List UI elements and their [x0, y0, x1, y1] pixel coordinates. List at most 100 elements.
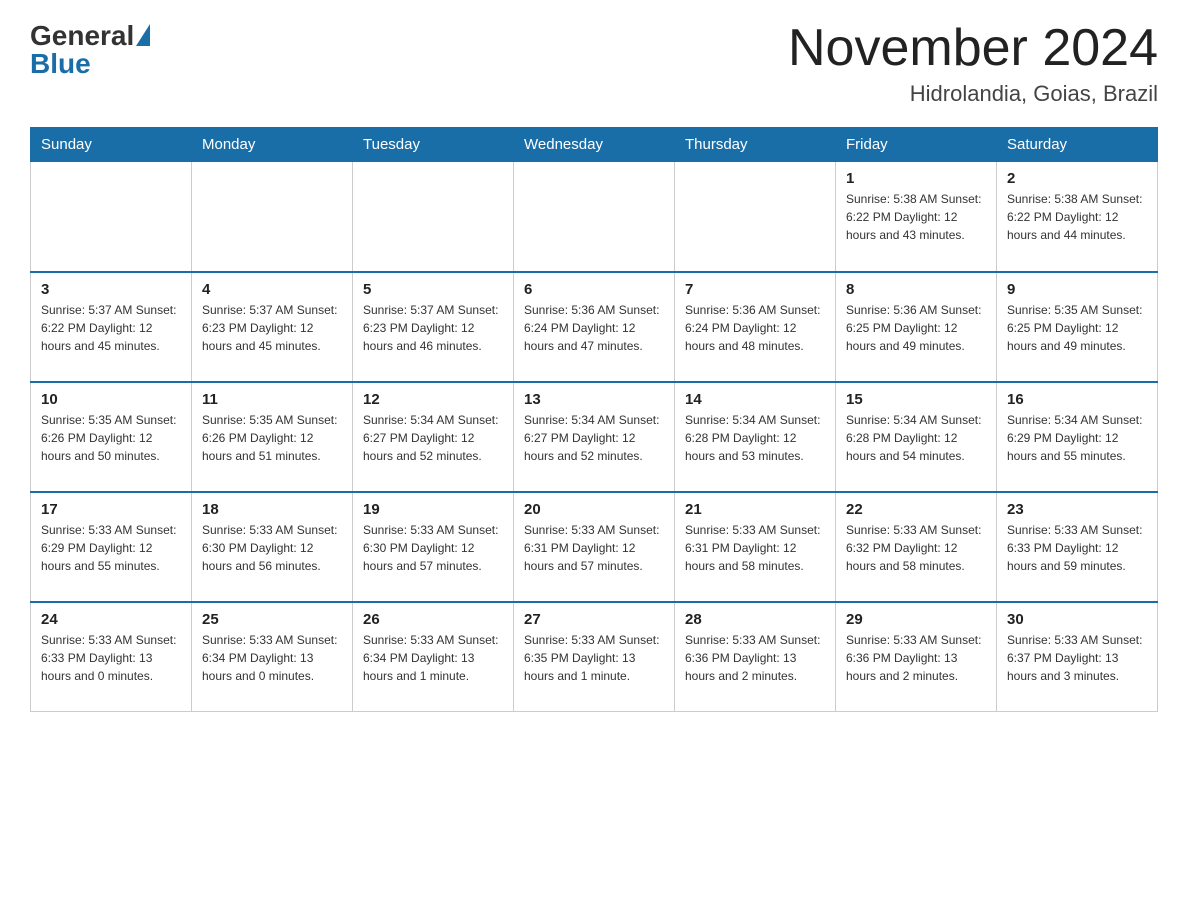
day-info: Sunrise: 5:33 AM Sunset: 6:35 PM Dayligh… — [524, 631, 664, 685]
calendar-cell: 21 Sunrise: 5:33 AM Sunset: 6:31 PM Dayli… — [675, 492, 836, 602]
day-info: Sunrise: 5:33 AM Sunset: 6:34 PM Dayligh… — [202, 631, 342, 685]
day-number: 22 — [846, 501, 986, 518]
day-number: 18 — [202, 501, 342, 518]
weekday-header-monday: Monday — [192, 128, 353, 162]
day-number: 4 — [202, 281, 342, 298]
day-info: Sunrise: 5:33 AM Sunset: 6:34 PM Dayligh… — [363, 631, 503, 685]
day-info: Sunrise: 5:34 AM Sunset: 6:27 PM Dayligh… — [363, 411, 503, 465]
logo-blue-text: Blue — [30, 48, 91, 80]
day-number: 28 — [685, 611, 825, 628]
calendar-cell: 23 Sunrise: 5:33 AM Sunset: 6:33 PM Dayli… — [997, 492, 1158, 602]
day-number: 5 — [363, 281, 503, 298]
weekday-header-wednesday: Wednesday — [514, 128, 675, 162]
day-info: Sunrise: 5:38 AM Sunset: 6:22 PM Dayligh… — [1007, 190, 1147, 244]
calendar-cell: 14 Sunrise: 5:34 AM Sunset: 6:28 PM Dayli… — [675, 382, 836, 492]
calendar-cell: 22Sunrise: 5:33 AM Sunset: 6:32 PM Dayli… — [836, 492, 997, 602]
calendar-cell: 28 Sunrise: 5:33 AM Sunset: 6:36 PM Dayli… — [675, 602, 836, 712]
day-info: Sunrise: 5:33 AM Sunset: 6:37 PM Dayligh… — [1007, 631, 1147, 685]
location-text: Hidrolandia, Goias, Brazil — [788, 81, 1158, 107]
week-row-5: 24 Sunrise: 5:33 AM Sunset: 6:33 PM Dayli… — [31, 602, 1158, 712]
day-number: 27 — [524, 611, 664, 628]
day-number: 20 — [524, 501, 664, 518]
day-number: 9 — [1007, 281, 1147, 298]
title-block: November 2024 Hidrolandia, Goias, Brazil — [788, 20, 1158, 107]
day-number: 13 — [524, 391, 664, 408]
day-number: 14 — [685, 391, 825, 408]
day-number: 23 — [1007, 501, 1147, 518]
day-info: Sunrise: 5:34 AM Sunset: 6:28 PM Dayligh… — [685, 411, 825, 465]
day-info: Sunrise: 5:36 AM Sunset: 6:24 PM Dayligh… — [524, 301, 664, 355]
calendar-cell: 18 Sunrise: 5:33 AM Sunset: 6:30 PM Dayli… — [192, 492, 353, 602]
day-number: 10 — [41, 391, 181, 408]
day-number: 12 — [363, 391, 503, 408]
weekday-header-friday: Friday — [836, 128, 997, 162]
day-number: 8 — [846, 281, 986, 298]
day-number: 25 — [202, 611, 342, 628]
day-info: Sunrise: 5:33 AM Sunset: 6:30 PM Dayligh… — [363, 521, 503, 575]
calendar-cell: 10Sunrise: 5:35 AM Sunset: 6:26 PM Dayli… — [31, 382, 192, 492]
day-info: Sunrise: 5:33 AM Sunset: 6:36 PM Dayligh… — [846, 631, 986, 685]
day-info: Sunrise: 5:33 AM Sunset: 6:31 PM Dayligh… — [524, 521, 664, 575]
week-row-2: 3Sunrise: 5:37 AM Sunset: 6:22 PM Daylig… — [31, 272, 1158, 382]
month-title: November 2024 — [788, 20, 1158, 77]
calendar-cell: 11 Sunrise: 5:35 AM Sunset: 6:26 PM Dayli… — [192, 382, 353, 492]
day-info: Sunrise: 5:34 AM Sunset: 6:27 PM Dayligh… — [524, 411, 664, 465]
day-info: Sunrise: 5:36 AM Sunset: 6:24 PM Dayligh… — [685, 301, 825, 355]
day-info: Sunrise: 5:37 AM Sunset: 6:23 PM Dayligh… — [202, 301, 342, 355]
day-info: Sunrise: 5:37 AM Sunset: 6:22 PM Dayligh… — [41, 301, 181, 355]
day-info: Sunrise: 5:33 AM Sunset: 6:30 PM Dayligh… — [202, 521, 342, 575]
week-row-3: 10 Sunrise: 5:35 AM Sunset: 6:26 PM Dayli… — [31, 382, 1158, 492]
day-number: 2 — [1007, 170, 1147, 187]
day-number: 19 — [363, 501, 503, 518]
weekday-header-row: SundayMondayTuesdayWednesdayThursdayFrid… — [31, 128, 1158, 162]
calendar-cell: 27 Sunrise: 5:33 AM Sunset: 6:35 PM Dayli… — [514, 602, 675, 712]
calendar-cell — [675, 162, 836, 272]
week-row-1: 1Sunrise: 5:38 AM Sunset: 6:22 PM Daylig… — [31, 162, 1158, 272]
weekday-header-tuesday: Tuesday — [353, 128, 514, 162]
calendar-cell — [192, 162, 353, 272]
calendar-cell: 13 Sunrise: 5:34 AM Sunset: 6:27 PM Dayli… — [514, 382, 675, 492]
day-info: Sunrise: 5:33 AM Sunset: 6:36 PM Dayligh… — [685, 631, 825, 685]
day-info: Sunrise: 5:33 AM Sunset: 6:33 PM Dayligh… — [1007, 521, 1147, 575]
day-number: 24 — [41, 611, 181, 628]
day-number: 17 — [41, 501, 181, 518]
calendar-cell: 12 Sunrise: 5:34 AM Sunset: 6:27 PM Dayli… — [353, 382, 514, 492]
calendar-cell: 1Sunrise: 5:38 AM Sunset: 6:22 PM Daylig… — [836, 162, 997, 272]
day-number: 21 — [685, 501, 825, 518]
day-info: Sunrise: 5:38 AM Sunset: 6:22 PM Dayligh… — [846, 190, 986, 244]
day-info: Sunrise: 5:36 AM Sunset: 6:25 PM Dayligh… — [846, 301, 986, 355]
day-info: Sunrise: 5:37 AM Sunset: 6:23 PM Dayligh… — [363, 301, 503, 355]
day-info: Sunrise: 5:33 AM Sunset: 6:31 PM Dayligh… — [685, 521, 825, 575]
calendar-cell: 17 Sunrise: 5:33 AM Sunset: 6:29 PM Dayli… — [31, 492, 192, 602]
calendar-cell: 2 Sunrise: 5:38 AM Sunset: 6:22 PM Daylig… — [997, 162, 1158, 272]
calendar-cell: 3Sunrise: 5:37 AM Sunset: 6:22 PM Daylig… — [31, 272, 192, 382]
calendar-cell: 5 Sunrise: 5:37 AM Sunset: 6:23 PM Daylig… — [353, 272, 514, 382]
day-info: Sunrise: 5:35 AM Sunset: 6:25 PM Dayligh… — [1007, 301, 1147, 355]
day-number: 7 — [685, 281, 825, 298]
calendar-cell: 29 Sunrise: 5:33 AM Sunset: 6:36 PM Dayli… — [836, 602, 997, 712]
calendar-cell: 7 Sunrise: 5:36 AM Sunset: 6:24 PM Daylig… — [675, 272, 836, 382]
day-number: 30 — [1007, 611, 1147, 628]
day-number: 16 — [1007, 391, 1147, 408]
day-number: 15 — [846, 391, 986, 408]
day-info: Sunrise: 5:33 AM Sunset: 6:29 PM Dayligh… — [41, 521, 181, 575]
calendar-cell: 8 Sunrise: 5:36 AM Sunset: 6:25 PM Daylig… — [836, 272, 997, 382]
day-number: 11 — [202, 391, 342, 408]
day-number: 29 — [846, 611, 986, 628]
calendar-cell: 19 Sunrise: 5:33 AM Sunset: 6:30 PM Dayli… — [353, 492, 514, 602]
day-info: Sunrise: 5:35 AM Sunset: 6:26 PM Dayligh… — [202, 411, 342, 465]
calendar-cell: 16 Sunrise: 5:34 AM Sunset: 6:29 PM Dayli… — [997, 382, 1158, 492]
calendar-cell: 15 Sunrise: 5:34 AM Sunset: 6:28 PM Dayli… — [836, 382, 997, 492]
day-info: Sunrise: 5:34 AM Sunset: 6:28 PM Dayligh… — [846, 411, 986, 465]
calendar-cell: 26Sunrise: 5:33 AM Sunset: 6:34 PM Dayli… — [353, 602, 514, 712]
calendar-cell: 24 Sunrise: 5:33 AM Sunset: 6:33 PM Dayli… — [31, 602, 192, 712]
weekday-header-thursday: Thursday — [675, 128, 836, 162]
day-info: Sunrise: 5:33 AM Sunset: 6:33 PM Dayligh… — [41, 631, 181, 685]
calendar-cell: 4 Sunrise: 5:37 AM Sunset: 6:23 PM Daylig… — [192, 272, 353, 382]
day-info: Sunrise: 5:34 AM Sunset: 6:29 PM Dayligh… — [1007, 411, 1147, 465]
calendar-cell — [353, 162, 514, 272]
calendar-cell: 30 Sunrise: 5:33 AM Sunset: 6:37 PM Dayli… — [997, 602, 1158, 712]
calendar-cell — [514, 162, 675, 272]
calendar-cell: 6Sunrise: 5:36 AM Sunset: 6:24 PM Daylig… — [514, 272, 675, 382]
calendar-cell — [31, 162, 192, 272]
